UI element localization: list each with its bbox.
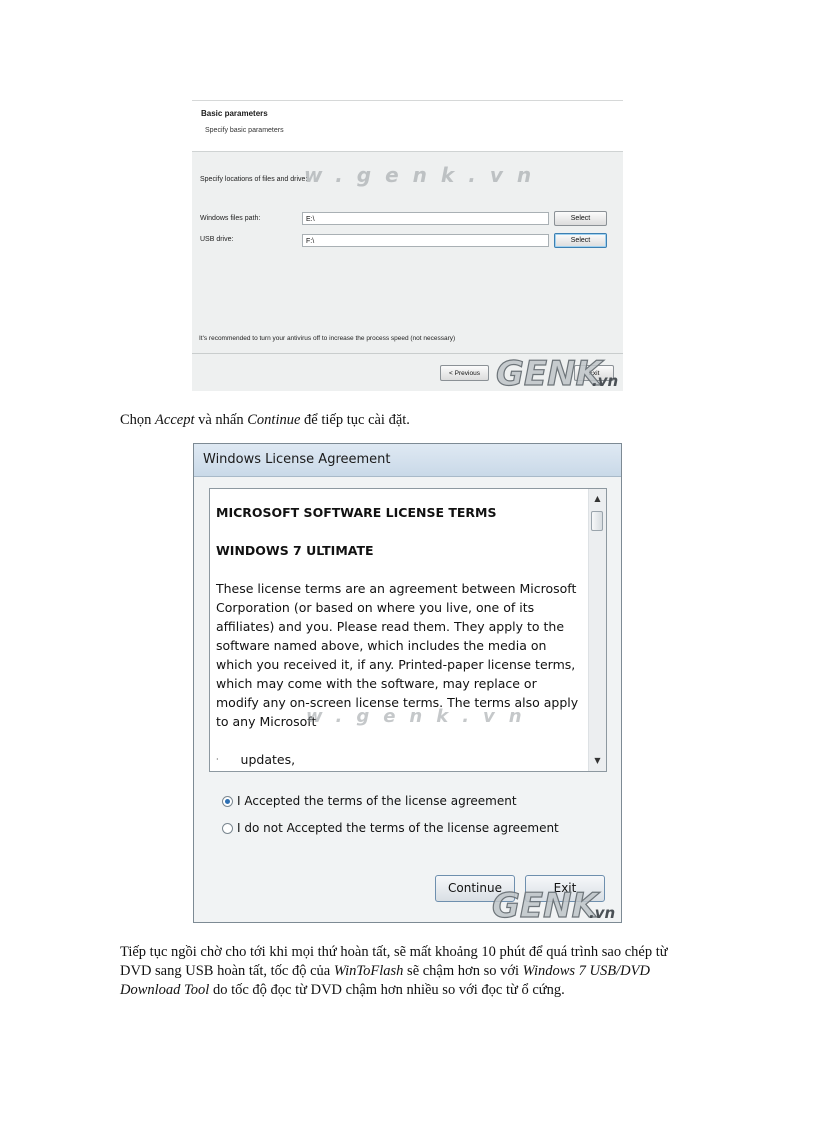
scroll-up-icon[interactable]: ▲ xyxy=(589,491,606,507)
wintoflash-term: WinToFlash xyxy=(333,963,404,979)
windows-path-input[interactable]: E:\ xyxy=(302,212,549,225)
license-bullet-item: · updates, xyxy=(216,752,296,767)
locations-label: Specify locations of files and drive: xyxy=(200,176,308,183)
select-windows-path-button[interactable]: Select xyxy=(554,211,607,226)
decline-radio-option[interactable]: I do not Accepted the terms of the licen… xyxy=(222,821,559,835)
scroll-thumb[interactable] xyxy=(591,511,603,531)
instruction-paragraph-1: Chọn Accept và nhấn Continue để tiếp tục… xyxy=(120,412,410,428)
dialog-titlebar: Windows License Agreement xyxy=(194,444,621,477)
decline-radio-label: I do not Accepted the terms of the licen… xyxy=(237,821,559,835)
exit-button[interactable]: Exit xyxy=(574,365,614,381)
license-line: Corporation (or based on where you live,… xyxy=(216,600,535,615)
dialog-title: Windows License Agreement xyxy=(203,452,391,467)
exit-button[interactable]: Exit xyxy=(525,875,605,902)
accept-term: Accept xyxy=(155,412,195,428)
svg-text:.vn: .vn xyxy=(589,904,615,922)
license-line: affiliates) and you. Please read them. T… xyxy=(216,619,565,634)
license-scrollbar[interactable]: ▲ ▼ xyxy=(588,489,606,771)
instruction-paragraph-2: Tiếp tục ngồi chờ cho tới khi mọi thứ ho… xyxy=(120,944,668,998)
wintoflash-screenshot: Basic parameters Specify basic parameter… xyxy=(192,100,623,391)
license-line: which may come with the software, may re… xyxy=(216,676,537,691)
scroll-down-icon[interactable]: ▼ xyxy=(589,753,606,769)
continue-term: Continue xyxy=(247,412,301,428)
previous-button[interactable]: < Previous xyxy=(440,365,489,381)
usb-drive-label: USB drive: xyxy=(200,236,234,243)
wizard-header: Basic parameters Specify basic parameter… xyxy=(192,101,623,152)
watermark-url: w.genk.vn xyxy=(304,163,546,187)
select-usb-drive-button[interactable]: Select xyxy=(554,233,607,248)
accept-radio-option[interactable]: I Accepted the terms of the license agre… xyxy=(222,794,517,808)
radio-selected-icon[interactable] xyxy=(222,795,233,807)
radio-unselected-icon[interactable] xyxy=(222,822,233,834)
continue-button[interactable]: Continue xyxy=(435,875,515,902)
accept-radio-label: I Accepted the terms of the license agre… xyxy=(237,794,517,808)
antivirus-note: It's recommended to turn your antivirus … xyxy=(199,335,456,342)
license-heading-1: MICROSOFT SOFTWARE LICENSE TERMS xyxy=(216,505,497,520)
header-subtitle: Specify basic parameters xyxy=(205,127,284,134)
license-line: These license terms are an agreement bet… xyxy=(216,581,577,596)
license-line: modify any on-screen license terms. The … xyxy=(216,695,579,710)
license-line: to any Microsoft xyxy=(216,714,317,729)
license-heading-2: WINDOWS 7 ULTIMATE xyxy=(216,543,374,558)
header-title: Basic parameters xyxy=(201,109,268,118)
license-line: software named above, which includes the… xyxy=(216,638,547,653)
license-text-box[interactable]: MICROSOFT SOFTWARE LICENSE TERMS WINDOWS… xyxy=(209,488,607,772)
license-line: which you received it, if any. Printed-p… xyxy=(216,657,576,672)
bullet-icon: · xyxy=(216,755,219,764)
license-text: MICROSOFT SOFTWARE LICENSE TERMS WINDOWS… xyxy=(216,503,586,769)
usb-drive-input[interactable]: F:\ xyxy=(302,234,549,247)
footer-divider xyxy=(192,353,623,354)
windows-path-label: Windows files path: xyxy=(200,215,261,222)
license-agreement-screenshot: Windows License Agreement MICROSOFT SOFT… xyxy=(193,443,622,923)
